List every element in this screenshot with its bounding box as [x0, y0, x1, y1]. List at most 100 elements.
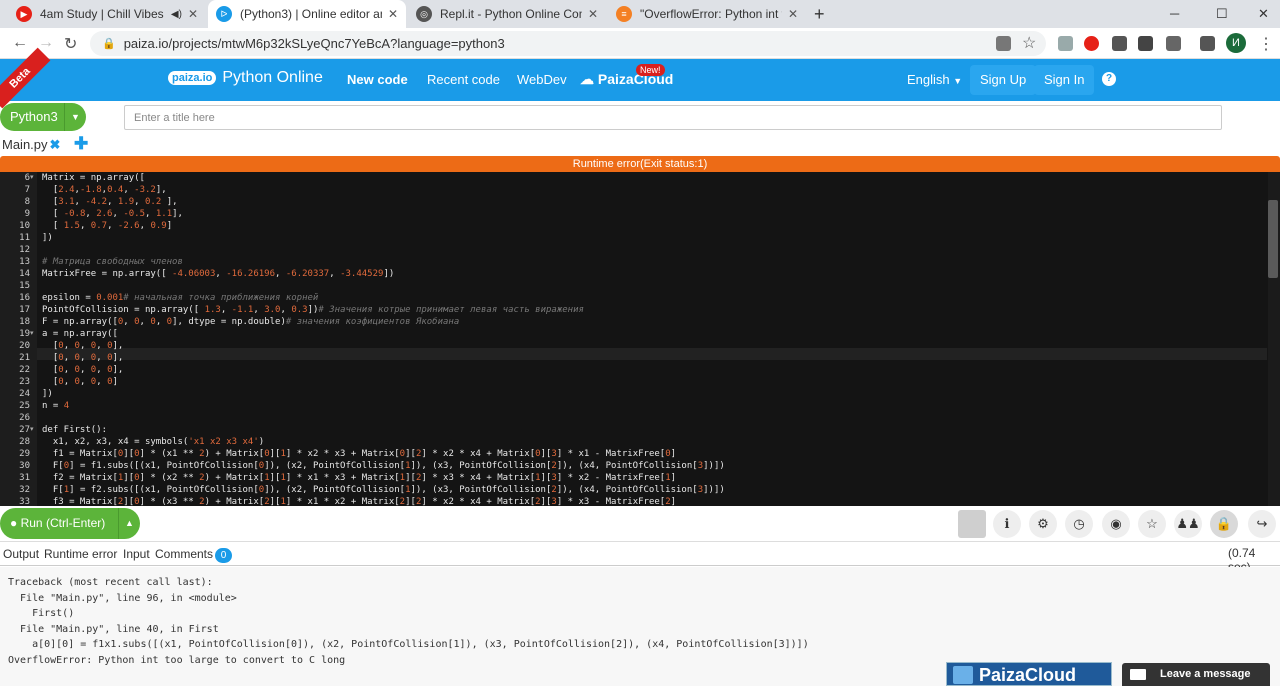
code-line[interactable]: # Матрица свободных членов — [42, 256, 183, 268]
browser-tab-strip: ▶ 4am Study | Chill Vibes - You ◀) ✕ ᐅ (… — [0, 0, 1280, 28]
line-number: 10 — [19, 221, 30, 231]
code-line[interactable]: x1, x2, x3, x4 = symbols('x1 x2 x3 x4') — [42, 436, 264, 448]
browser-tab-stackoverflow[interactable]: ≡ "OverflowError: Python int too la ✕ — [608, 0, 806, 28]
translate-icon[interactable] — [996, 36, 1011, 51]
code-line[interactable]: epsilon = 0.001# начальная точка приближ… — [42, 292, 318, 304]
maximize-icon[interactable]: ☐ — [1216, 6, 1228, 22]
gear-icon[interactable]: ⚙ — [1029, 510, 1057, 538]
editor-scrollbar[interactable] — [1268, 172, 1280, 506]
lock-icon[interactable]: 🔒 — [102, 37, 116, 50]
code-line[interactable]: PointOfCollision = np.array([ 1.3, -1.1,… — [42, 304, 584, 316]
help-icon[interactable]: ? — [1102, 72, 1116, 86]
share-icon[interactable]: ↪ — [1248, 510, 1276, 538]
code-line[interactable]: [0, 0, 0, 0], — [42, 340, 124, 352]
code-line[interactable]: [0, 0, 0, 0], — [42, 364, 124, 376]
user-avatar[interactable] — [958, 510, 986, 538]
line-number: 14 — [19, 269, 30, 279]
close-window-icon[interactable]: ✕ — [1258, 6, 1269, 22]
paizacloud-banner[interactable]: PaizaCloud — [946, 662, 1112, 686]
site-logo[interactable]: paiza.io Python Online — [168, 69, 323, 87]
code-line[interactable]: ]) — [42, 232, 53, 244]
code-line[interactable]: [2.4,-1.8,0.4, -3.2], — [42, 184, 167, 196]
extension-shield-icon[interactable] — [1058, 36, 1073, 51]
fold-arrow-icon[interactable]: ▾ — [30, 424, 34, 436]
code-line[interactable]: a = np.array([ — [42, 328, 118, 340]
tab-input[interactable]: Input — [123, 547, 150, 561]
code-line[interactable]: ]) — [42, 388, 53, 400]
line-number: 27 — [19, 425, 30, 435]
qr-icon[interactable] — [1112, 36, 1127, 51]
code-line[interactable]: n = 4 — [42, 400, 69, 412]
language-select-button[interactable]: Python3 ▼ — [0, 103, 86, 131]
caret-down-icon[interactable]: ▼ — [64, 103, 86, 131]
reading-list-icon[interactable] — [1200, 36, 1215, 51]
forward-icon[interactable]: → — [38, 34, 54, 52]
close-file-icon[interactable]: ✖ — [50, 137, 61, 152]
fold-arrow-icon[interactable]: ▾ — [30, 328, 34, 340]
star-icon[interactable]: ☆ — [1138, 510, 1166, 538]
close-tab-icon[interactable]: ✕ — [188, 7, 198, 21]
url-field[interactable]: 🔒 paiza.io/projects/mtwM6p32kSLyeQnc7YeB… — [90, 31, 1046, 56]
users-icon[interactable]: ♟♟ — [1174, 510, 1202, 538]
opera-icon[interactable] — [1084, 36, 1099, 51]
caret-up-icon[interactable]: ▲ — [118, 508, 140, 539]
nav-new-code[interactable]: New code — [347, 72, 408, 87]
code-line[interactable]: F = np.array([0, 0, 0, 0], dtype = np.do… — [42, 316, 459, 328]
close-tab-icon[interactable]: ✕ — [588, 7, 598, 21]
close-tab-icon[interactable]: ✕ — [788, 7, 798, 21]
profile-avatar[interactable]: И — [1226, 33, 1246, 53]
github-icon[interactable]: ◉ — [1102, 510, 1130, 538]
scrollbar-thumb[interactable] — [1268, 200, 1278, 278]
output-line: File "Main.py", line 96, in <module> — [8, 592, 237, 604]
language-dropdown[interactable]: English ▼ — [907, 72, 962, 87]
leave-message-button[interactable]: Leave a message — [1122, 663, 1270, 686]
lock-icon[interactable]: 🔒 — [1210, 510, 1238, 538]
signin-button[interactable]: Sign In — [1034, 65, 1095, 95]
code-line[interactable]: [0, 0, 0, 0], — [42, 352, 124, 364]
code-line[interactable]: F[0] = f1.subs([(x1, PointOfCollision[0]… — [42, 460, 725, 472]
new-tab-icon[interactable]: + — [814, 4, 825, 25]
speaker-icon[interactable]: ◀) — [171, 9, 182, 20]
tab-runtime-error[interactable]: Runtime error — [44, 547, 117, 561]
code-line[interactable]: Matrix = np.array([ — [42, 172, 145, 184]
bookmark-star-icon[interactable]: ☆ — [1022, 33, 1036, 53]
nav-recent-code[interactable]: Recent code — [427, 72, 500, 87]
caret-down-icon: ▼ — [953, 76, 963, 86]
code-line[interactable]: [ -0.8, 2.6, -0.5, 1.1], — [42, 208, 183, 220]
run-button[interactable]: ● Run (Ctrl-Enter) ▲ — [0, 508, 140, 539]
browser-tab-replit[interactable]: ◎ Repl.it - Python Online Compiler ✕ — [408, 0, 606, 28]
title-input[interactable] — [124, 105, 1222, 130]
info-icon[interactable]: ℹ — [993, 510, 1021, 538]
code-line[interactable]: [0, 0, 0, 0] — [42, 376, 118, 388]
reload-icon[interactable]: ↻ — [64, 34, 77, 54]
close-tab-icon[interactable]: ✕ — [388, 7, 398, 21]
code-line[interactable]: MatrixFree = np.array([ -4.06003, -16.26… — [42, 268, 394, 280]
code-line[interactable]: def First(): — [42, 424, 107, 436]
code-editor[interactable]: 6 ▾ 7 8 9 10 11 12 13 14 15 16 17 18 19 ▾ 20 21 22 23 24 25 26… — [0, 172, 1280, 506]
code-line[interactable]: [3.1, -4.2, 1.9, 0.2 ], — [42, 196, 178, 208]
fold-arrow-icon[interactable]: ▾ — [30, 172, 34, 184]
output-line: File "Main.py", line 40, in First — [8, 623, 219, 635]
clock-icon[interactable]: ◷ — [1065, 510, 1093, 538]
file-tab-main[interactable]: Main.py ✖ — [2, 137, 60, 153]
line-number: 17 — [19, 305, 30, 315]
nav-webdev[interactable]: WebDev — [517, 72, 567, 87]
extension-icon[interactable] — [1138, 36, 1153, 51]
back-icon[interactable]: ← — [12, 34, 28, 52]
extension-badge-icon[interactable] — [1166, 36, 1181, 51]
code-line[interactable]: f3 = Matrix[2][0] * (x3 ** 2) + Matrix[2… — [42, 496, 676, 506]
code-line[interactable]: f1 = Matrix[0][0] * (x1 ** 2) + Matrix[0… — [42, 448, 676, 460]
add-file-icon[interactable]: ✚ — [74, 134, 88, 154]
code-line[interactable]: [ 1.5, 0.7, -2.6, 0.9] — [42, 220, 172, 232]
leave-message-label: Leave a message — [1160, 668, 1251, 680]
tab-output[interactable]: Output — [3, 547, 39, 561]
code-line[interactable]: f2 = Matrix[1][0] * (x2 ** 2) + Matrix[1… — [42, 472, 676, 484]
tab-comments[interactable]: Comments — [155, 547, 213, 561]
line-number: 12 — [19, 245, 30, 255]
browser-tab-youtube[interactable]: ▶ 4am Study | Chill Vibes - You ◀) ✕ — [8, 0, 206, 28]
menu-kebab-icon[interactable]: ⋮ — [1258, 34, 1274, 54]
signup-button[interactable]: Sign Up — [970, 65, 1037, 95]
minimize-icon[interactable]: ─ — [1170, 6, 1179, 21]
code-line[interactable]: F[1] = f2.subs([(x1, PointOfCollision[0]… — [42, 484, 725, 496]
browser-tab-paiza[interactable]: ᐅ (Python3) | Online editor and co ✕ — [208, 0, 406, 28]
